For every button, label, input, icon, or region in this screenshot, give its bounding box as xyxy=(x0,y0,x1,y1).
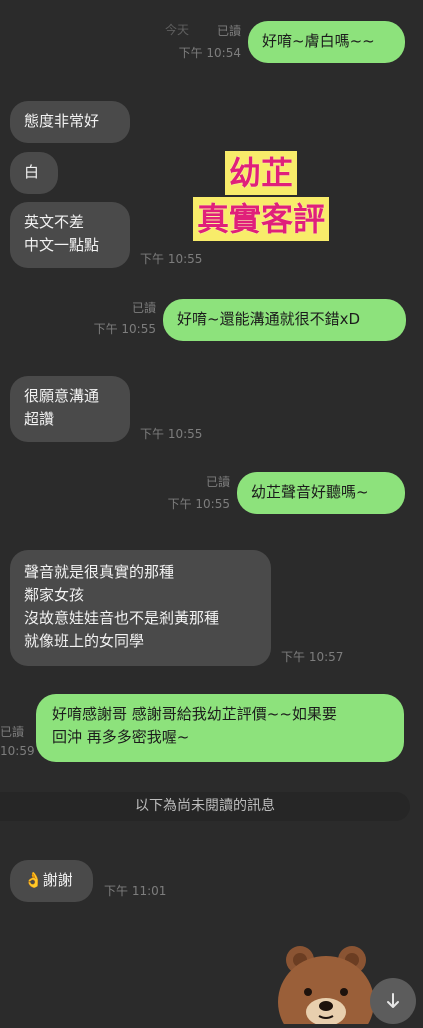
message-time: 下午 10:55 xyxy=(140,252,203,266)
message-time: 下午 11:01 xyxy=(104,884,167,898)
sticker-line-1: 幼芷 xyxy=(224,151,297,195)
message-time: 下午 10:55 xyxy=(140,427,203,441)
outgoing-message[interactable]: 幼芷聲音好聽嗎~ xyxy=(237,472,405,514)
scroll-to-bottom-button[interactable] xyxy=(370,978,416,1024)
read-receipt: 已讀 xyxy=(205,475,230,489)
outgoing-message[interactable]: 好唷~還能溝通就很不錯xD xyxy=(163,299,406,341)
outgoing-message[interactable]: 好唷感謝哥 感謝哥給我幼芷評價~~如果要 回沖 再多多密我喔~ xyxy=(36,694,404,762)
header-meta: 今天 xyxy=(165,23,190,37)
incoming-message[interactable]: 👌謝謝 xyxy=(10,860,93,902)
read-receipt: 已讀 xyxy=(131,301,156,315)
message-time: 下午 10:54 xyxy=(178,46,241,60)
incoming-message[interactable]: 英文不差 中文一點點 xyxy=(10,202,130,268)
incoming-message[interactable]: 態度非常好 xyxy=(10,101,130,143)
message-time: 下午 10:55 xyxy=(93,322,156,336)
message-time: 下午 10:57 xyxy=(281,650,344,664)
sticker-line-2: 真實客評 xyxy=(192,197,329,241)
read-receipt: 已讀 xyxy=(216,24,241,38)
arrow-down-icon xyxy=(387,993,399,1008)
review-sticker: 幼芷 真實客評 xyxy=(178,150,344,242)
read-receipt: 已讀 xyxy=(0,725,25,739)
incoming-message[interactable]: 聲音就是很真實的那種 鄰家女孩 沒故意娃娃音也不是剎黃那種 就像班上的女同學 xyxy=(10,550,271,666)
message-time: 10:59 xyxy=(0,744,35,758)
incoming-message[interactable]: 很願意溝通 超讚 xyxy=(10,376,130,442)
message-time: 下午 10:55 xyxy=(167,497,230,511)
unread-divider: 以下為尚未閱讀的訊息 xyxy=(0,792,410,821)
incoming-message[interactable]: 白 xyxy=(10,152,58,194)
outgoing-message[interactable]: 好唷~膚白嗎~~ xyxy=(248,21,405,63)
